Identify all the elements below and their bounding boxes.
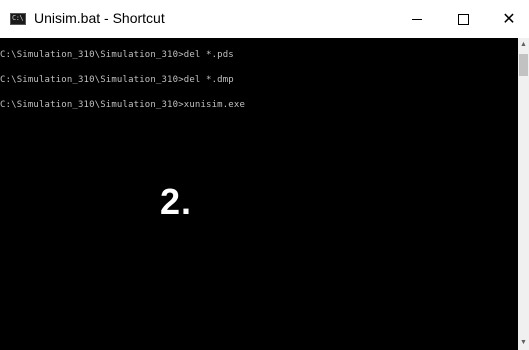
close-button[interactable]: ✕ (486, 0, 529, 38)
console-output[interactable]: C:\Simulation_310\Simulation_310>del *.p… (0, 38, 518, 350)
console-line: C:\Simulation_310\Simulation_310>xunisim… (0, 100, 246, 110)
close-icon: ✕ (502, 9, 516, 28)
scrollbar-thumb[interactable] (519, 54, 528, 76)
chevron-up-icon[interactable]: ▲ (518, 40, 529, 50)
chevron-down-icon[interactable]: ▼ (518, 338, 529, 348)
console-window: C:\ Unisim.bat - Shortcut ✕ C:\Simulatio… (0, 0, 529, 350)
title-bar[interactable]: C:\ Unisim.bat - Shortcut ✕ (0, 0, 529, 38)
window-title: Unisim.bat - Shortcut (34, 10, 165, 26)
minimize-icon (412, 18, 422, 20)
step-number-label: 2. (160, 181, 193, 222)
console-line: C:\Simulation_310\Simulation_310>del *.p… (0, 50, 234, 60)
maximize-icon (457, 13, 469, 25)
command-prompt-icon[interactable]: C:\ (10, 13, 26, 25)
app-icon-text: C:\ (12, 14, 24, 22)
maximize-button[interactable] (440, 0, 486, 38)
minimize-button[interactable] (394, 0, 440, 38)
console-line: C:\Simulation_310\Simulation_310>del *.d… (0, 75, 234, 85)
vertical-scrollbar[interactable]: ▲ ▼ (518, 38, 529, 350)
